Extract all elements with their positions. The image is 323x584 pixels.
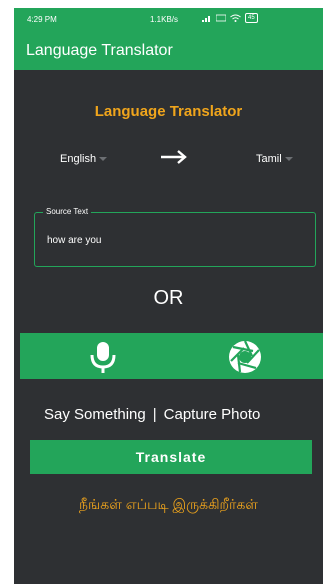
app-title: Language Translator — [26, 42, 173, 59]
status-time: 4:29 PM — [27, 15, 57, 24]
capture-photo-label[interactable]: Capture Photo — [164, 406, 261, 423]
arrow-right-icon — [161, 150, 187, 164]
chevron-down-icon — [284, 157, 293, 161]
app-bar: Language Translator — [14, 30, 323, 70]
chevron-down-icon — [99, 157, 108, 161]
signal-icon — [202, 16, 210, 22]
page-heading: Language Translator — [94, 103, 243, 120]
app-screen: 4:29 PM 1.1KB/s 45 Language Translator L… — [14, 8, 323, 584]
or-label: OR — [153, 287, 184, 309]
wifi-icon — [230, 14, 241, 22]
action-captions: Say Something | Capture Photo — [44, 406, 260, 423]
source-language-label: English — [60, 153, 97, 165]
network-speed: 1.1KB/s — [150, 15, 179, 24]
status-icons: 45 — [202, 13, 258, 23]
microphone-icon[interactable] — [86, 340, 120, 374]
input-actions-bar — [20, 333, 323, 379]
caption-separator: | — [152, 406, 157, 423]
camera-shutter-icon[interactable] — [227, 339, 263, 375]
translate-button[interactable]: Translate — [30, 440, 312, 474]
say-something-label[interactable]: Say Something — [44, 406, 146, 423]
source-language-dropdown[interactable]: English — [60, 153, 108, 165]
target-language-label: Tamil — [256, 153, 282, 165]
translation-result: நீங்கள் எப்படி இருக்கிறீர்கள் — [79, 496, 258, 512]
source-text-value[interactable]: how are you — [47, 235, 101, 246]
battery-icon: 45 — [245, 13, 258, 23]
source-text-label: Source Text — [43, 207, 92, 216]
volte-icon — [216, 14, 226, 22]
target-language-dropdown[interactable]: Tamil — [256, 153, 293, 165]
status-bar: 4:29 PM 1.1KB/s 45 — [14, 8, 323, 30]
source-text-field[interactable]: Source Text how are you — [34, 207, 316, 267]
